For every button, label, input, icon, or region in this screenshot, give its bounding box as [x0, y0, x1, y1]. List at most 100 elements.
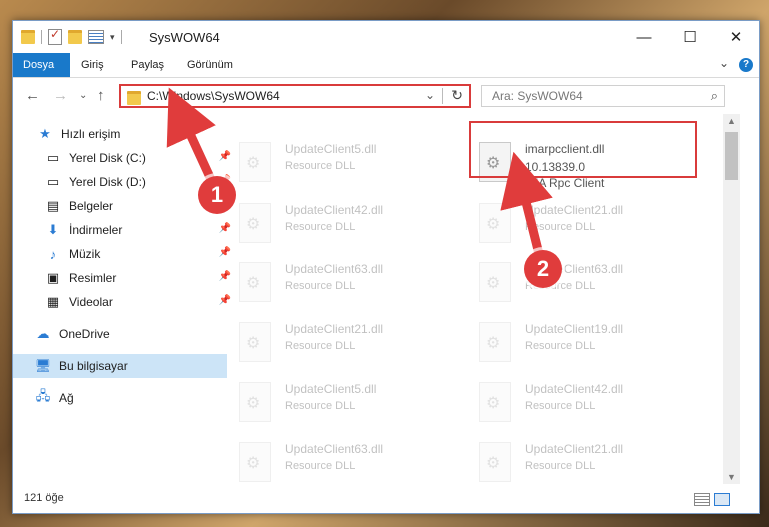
list-item[interactable]: UpdateClient21.dll Resource DLL — [229, 316, 459, 372]
list-item[interactable]: UpdateClient5.dll Resource DLL — [229, 136, 459, 192]
dll-file-icon — [239, 142, 271, 182]
drive-icon: ▭ — [46, 150, 60, 165]
scroll-down-icon[interactable]: ▼ — [727, 472, 736, 482]
sidebar-item-onedrive[interactable]: ☁ OneDrive — [13, 322, 227, 346]
explorer-window: ▾ SysWOW64 — ☐ ✕ Dosya Giriş Paylaş Görü… — [12, 20, 760, 514]
up-arrow-icon[interactable]: ↑ — [97, 87, 105, 104]
search-placeholder: Ara: SysWOW64 — [492, 89, 583, 103]
file-name: UpdateClient21.dll — [525, 442, 624, 456]
list-item[interactable]: UpdateClient42.dll Resource DLL — [229, 197, 459, 253]
sidebar-item-label: Hızlı erişim — [61, 127, 121, 141]
ribbon-expand-icon[interactable]: ⌄ — [719, 56, 729, 70]
folder-icon — [21, 30, 35, 44]
sidebar-item-quick-access[interactable]: ★ Hızlı erişim — [13, 122, 229, 146]
help-button[interactable]: ? — [739, 58, 753, 72]
list-item[interactable]: UpdateClient19.dll Resource DLL — [469, 316, 699, 372]
tab-home[interactable]: Giriş — [71, 53, 114, 77]
back-arrow-icon[interactable]: ← — [25, 87, 40, 104]
customize-toolbar-icon[interactable]: ▾ — [110, 32, 115, 43]
address-path[interactable]: C:\Windows\SysWOW64 — [147, 89, 280, 103]
file-company: IMA Rpc Client — [525, 176, 605, 190]
sidebar-item-network[interactable]: 🖧 Ağ — [13, 386, 227, 410]
sidebar-item-downloads[interactable]: ⬇ İndirmeler 📌 — [13, 218, 237, 242]
sidebar-item-label: Yerel Disk (C:) — [69, 151, 146, 165]
properties-icon[interactable] — [88, 30, 104, 44]
sidebar-item-label: İndirmeler — [69, 223, 123, 237]
list-item[interactable]: UpdateClient21.dll Resource DLL — [469, 436, 699, 484]
pictures-icon: ▣ — [46, 270, 60, 285]
file-type: Resource DLL — [525, 221, 596, 233]
folder-icon — [127, 91, 141, 105]
sidebar-item-label: OneDrive — [59, 327, 110, 341]
scroll-thumb[interactable] — [725, 132, 738, 180]
scroll-up-icon[interactable]: ▲ — [727, 116, 736, 126]
dll-file-icon — [239, 442, 271, 482]
tab-file[interactable]: Dosya — [13, 53, 70, 77]
close-button[interactable]: ✕ — [713, 21, 759, 53]
cloud-icon: ☁ — [36, 326, 50, 341]
file-type: Resource DLL — [285, 160, 356, 172]
dll-file-icon — [479, 382, 511, 422]
minimize-button[interactable]: — — [621, 21, 667, 53]
window-title: SysWOW64 — [149, 30, 220, 45]
dll-file-icon — [239, 262, 271, 302]
chevron-down-icon[interactable]: ⌄ — [425, 88, 435, 102]
details-view-icon[interactable] — [694, 493, 710, 506]
search-icon[interactable]: ⌕ — [711, 88, 718, 104]
file-type: Resource DLL — [285, 460, 356, 472]
forward-arrow-icon[interactable]: → — [53, 87, 68, 104]
sidebar-item-pictures[interactable]: ▣ Resimler 📌 — [13, 266, 237, 290]
document-icon: ▤ — [46, 198, 60, 213]
vertical-scrollbar[interactable]: ▲ ▼ — [723, 114, 740, 484]
refresh-icon[interactable]: ↻ — [451, 87, 463, 104]
list-item[interactable]: UpdateClient63.dll Resource DLL — [229, 256, 459, 312]
star-icon: ★ — [39, 126, 51, 141]
file-name: UpdateClient42.dll — [525, 382, 624, 396]
dll-file-icon — [479, 442, 511, 482]
dll-file-icon — [479, 203, 511, 243]
drive-icon: ▭ — [46, 174, 60, 189]
dll-file-icon — [239, 203, 271, 243]
step-badge-2: 2 — [524, 250, 562, 288]
dll-file-icon — [239, 322, 271, 362]
sidebar-item-disk-c[interactable]: ▭ Yerel Disk (C:) 📌 — [13, 146, 237, 170]
dll-file-icon — [479, 262, 511, 302]
sidebar-item-label: Videolar — [69, 295, 113, 309]
large-icons-view-icon[interactable] — [714, 493, 730, 506]
list-item[interactable]: UpdateClient63.dll Resource DLL — [229, 436, 459, 484]
toolbar-divider — [120, 30, 122, 44]
quick-access-toolbar: ▾ — [21, 27, 122, 45]
new-folder-icon[interactable] — [68, 30, 82, 44]
recent-locations-icon[interactable]: ⌄ — [79, 90, 87, 101]
maximize-button[interactable]: ☐ — [667, 21, 713, 53]
file-name: UpdateClient63.dll — [285, 442, 384, 456]
status-bar: 121 öğe — [13, 484, 759, 513]
properties-check-icon[interactable] — [48, 27, 62, 45]
sidebar-item-label: Müzik — [69, 247, 101, 261]
list-item[interactable]: UpdateClient5.dll Resource DLL — [229, 376, 459, 432]
list-item[interactable]: UpdateClient63.dll Resource DLL — [469, 256, 699, 312]
music-note-icon: ♪ — [49, 246, 57, 262]
title-bar: ▾ SysWOW64 — ☐ ✕ — [13, 21, 759, 53]
sidebar-item-label: Resimler — [69, 271, 117, 285]
address-bar[interactable]: C:\Windows\SysWOW64 ⌄ ↻ — [119, 84, 471, 108]
search-input[interactable]: Ara: SysWOW64 ⌕ — [481, 85, 725, 107]
item-count: 121 öğe — [24, 492, 64, 504]
list-item[interactable]: UpdateClient42.dll Resource DLL — [469, 376, 699, 432]
file-type: Resource DLL — [285, 400, 356, 412]
file-name: UpdateClient63.dll — [285, 262, 384, 276]
video-icon: ▦ — [46, 294, 60, 309]
sidebar-item-videos[interactable]: ▦ Videolar 📌 — [13, 290, 237, 314]
file-highlight-box — [469, 121, 697, 178]
navigation-pane: ★ Hızlı erişim ▭ Yerel Disk (C:) 📌 ▭ Yer… — [13, 114, 231, 484]
sidebar-item-music[interactable]: ♪ Müzik 📌 — [13, 242, 237, 266]
file-type: Resource DLL — [525, 340, 596, 352]
tab-view[interactable]: Görünüm — [177, 53, 243, 77]
file-name: UpdateClient5.dll — [285, 382, 377, 396]
dll-file-icon — [479, 322, 511, 362]
list-item[interactable]: UpdateClient21.dll Resource DLL — [469, 197, 699, 253]
sidebar-item-label: Bu bilgisayar — [59, 359, 128, 373]
tab-share[interactable]: Paylaş — [121, 53, 174, 77]
sidebar-item-label: Belgeler — [69, 199, 114, 213]
sidebar-item-this-pc[interactable]: 🖥 Bu bilgisayar — [13, 354, 227, 378]
